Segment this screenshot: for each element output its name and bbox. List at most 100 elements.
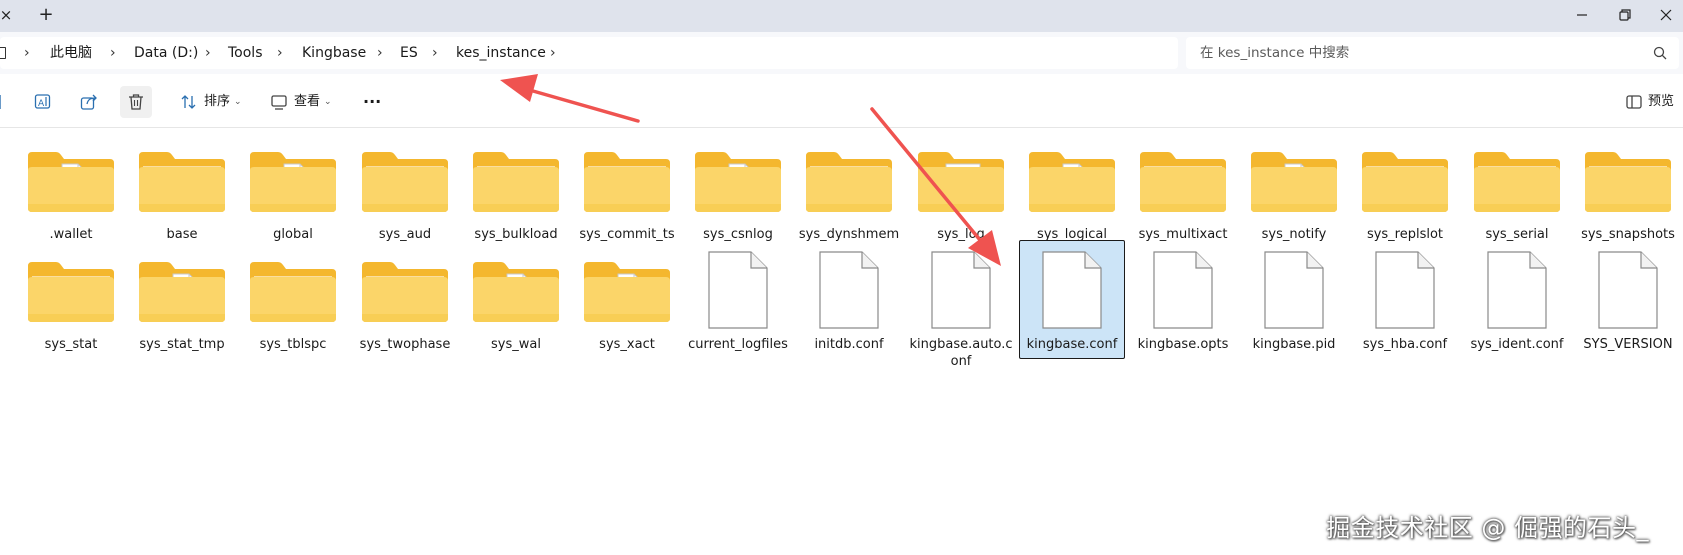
folder-icon xyxy=(1020,140,1124,220)
folder-icon xyxy=(1576,140,1680,220)
file-icon xyxy=(1353,250,1457,330)
delete-button[interactable] xyxy=(120,86,152,118)
item-name: sys_dynshmem xyxy=(798,227,900,242)
folder-icon xyxy=(1131,140,1235,220)
item-name: sys_tblspc xyxy=(259,337,327,352)
close-window-button[interactable] xyxy=(1652,3,1680,27)
preview-pane-icon xyxy=(1626,95,1642,109)
item-name: base xyxy=(166,227,198,242)
search-input[interactable]: 在 kes_instance 中搜索 xyxy=(1186,37,1679,69)
file-list: .wallet base global sys_aud sys_bulkload sys_… xyxy=(0,128,1683,555)
breadcrumb-separator: › xyxy=(432,45,438,61)
file-icon xyxy=(1465,250,1569,330)
new-button[interactable] xyxy=(0,88,6,116)
trash-icon xyxy=(129,94,143,110)
file-icon xyxy=(1020,250,1124,330)
folder-icon xyxy=(1353,140,1457,220)
folder-icon xyxy=(130,140,234,220)
file-icon xyxy=(909,250,1013,330)
item-name: current_logfiles xyxy=(688,337,788,352)
view-button[interactable]: 查看 ⌄ xyxy=(266,88,336,116)
item-name: sys_stat_tmp xyxy=(139,337,225,352)
chevron-down-icon: ⌄ xyxy=(234,97,242,107)
item-name: kingbase.auto.conf xyxy=(909,337,1013,369)
item-name: sys_wal xyxy=(491,337,541,352)
crumb-data-drive[interactable]: Data (D:) xyxy=(134,37,198,69)
item-name: sys_commit_ts xyxy=(579,227,675,242)
breadcrumb-separator: › xyxy=(550,45,556,61)
more-options-button[interactable]: ··· xyxy=(356,88,388,116)
item-name: sys_multixact xyxy=(1138,227,1228,242)
item-name: sys_replslot xyxy=(1366,227,1444,242)
item-name: kingbase.conf xyxy=(1026,337,1118,352)
watermark: 掘金技术社区 @ 倔强的石头_ xyxy=(1326,514,1649,542)
folder-icon xyxy=(909,140,1013,220)
view-icon xyxy=(271,95,287,110)
crumb-tools[interactable]: Tools xyxy=(228,37,263,69)
item-name: kingbase.pid xyxy=(1252,337,1336,352)
close-icon xyxy=(1660,9,1672,21)
folder-icon xyxy=(575,250,679,330)
minimize-icon xyxy=(1577,14,1587,16)
new-tab-button[interactable]: + xyxy=(36,5,56,25)
cut-icon xyxy=(0,95,1,109)
command-bar: A 排序 ⌄ 查看 ⌄ ··· 预览 xyxy=(0,74,1683,128)
folder-icon xyxy=(241,140,345,220)
search-placeholder: 在 kes_instance 中搜索 xyxy=(1200,45,1350,61)
share-icon xyxy=(80,94,97,110)
item-name: sys_xact xyxy=(599,337,655,352)
file-explorer-window: × + › 此电脑 › Data (D:) › Tools › Kingbase… xyxy=(0,0,1683,555)
folder-icon xyxy=(464,250,568,330)
item-name: sys_ident.conf xyxy=(1470,337,1564,352)
breadcrumb-separator: › xyxy=(205,45,211,61)
item-name: SYS_VERSION xyxy=(1583,337,1673,352)
item-name: sys_bulkload xyxy=(474,227,558,242)
file-icon xyxy=(797,250,901,330)
folder-icon xyxy=(19,140,123,220)
computer-icon xyxy=(0,47,6,59)
breadcrumb-separator: › xyxy=(377,45,383,61)
minimize-button[interactable] xyxy=(1568,3,1596,27)
tab-close-icon[interactable]: × xyxy=(0,6,14,24)
breadcrumb-separator: › xyxy=(277,45,283,61)
folder-icon xyxy=(686,140,790,220)
item-name: sys_csnlog xyxy=(703,227,773,242)
folder-icon xyxy=(1465,140,1569,220)
search-icon xyxy=(1653,46,1667,60)
item-name: sys_notify xyxy=(1261,227,1327,242)
maximize-button[interactable] xyxy=(1611,3,1639,27)
share-button[interactable] xyxy=(74,88,104,116)
rename-icon: A xyxy=(34,94,51,109)
svg-text:A: A xyxy=(38,99,45,109)
sort-label: 排序 xyxy=(204,94,231,109)
item-name: sys_log xyxy=(937,227,985,242)
folder-icon xyxy=(797,140,901,220)
file-icon xyxy=(1131,250,1235,330)
folder-icon xyxy=(19,250,123,330)
crumb-kes-instance[interactable]: kes_instance xyxy=(456,37,546,69)
breadcrumb[interactable]: › 此电脑 › Data (D:) › Tools › Kingbase › E… xyxy=(0,37,1178,69)
folder-icon xyxy=(241,250,345,330)
rename-button[interactable]: A xyxy=(28,88,58,116)
file-icon xyxy=(686,250,790,330)
file-icon xyxy=(1576,250,1680,330)
item-name: .wallet xyxy=(49,227,93,242)
item-name: global xyxy=(273,227,313,242)
crumb-es[interactable]: ES xyxy=(400,37,418,69)
crumb-kingbase[interactable]: Kingbase xyxy=(302,37,366,69)
sort-button[interactable]: 排序 ⌄ xyxy=(176,88,246,116)
item-name: sys_snapshots xyxy=(1581,227,1675,242)
folder-icon xyxy=(353,250,457,330)
more-icon: ··· xyxy=(363,92,382,111)
item-name: sys_aud xyxy=(378,227,432,242)
item-name: initdb.conf xyxy=(814,337,884,352)
breadcrumb-separator: › xyxy=(24,45,30,61)
folder-icon xyxy=(130,250,234,330)
folder-icon xyxy=(353,140,457,220)
address-bar: › 此电脑 › Data (D:) › Tools › Kingbase › E… xyxy=(0,32,1683,74)
folder-icon xyxy=(575,140,679,220)
title-bar: × + xyxy=(0,0,1683,32)
preview-pane-button[interactable]: 预览 xyxy=(1622,88,1680,116)
item-name: sys_twophase xyxy=(359,337,451,352)
crumb-this-pc[interactable]: 此电脑 xyxy=(50,37,92,69)
